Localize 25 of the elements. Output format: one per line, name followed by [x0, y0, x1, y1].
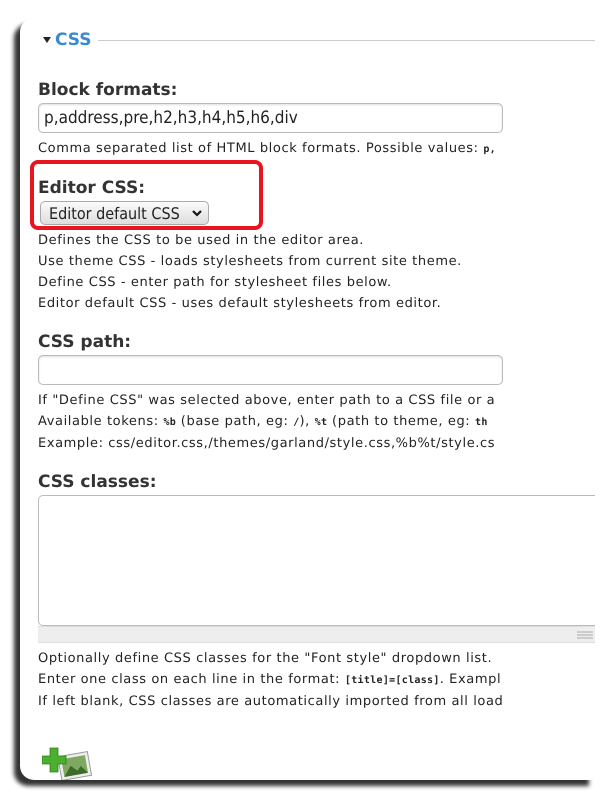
help-text: Define CSS - enter path for stylesheet files below.: [38, 274, 392, 292]
field-label: CSS classes:: [38, 472, 156, 492]
help-text: Use theme CSS - loads stylesheets from current site theme.: [38, 253, 462, 271]
fieldset-toggle[interactable]: CSS: [38, 30, 94, 50]
help-text: Example: css/editor.css,/themes/garland/style.css,%b%t/style.cs: [38, 435, 496, 453]
input-field[interactable]: [38, 355, 503, 385]
field-label: Editor CSS:: [38, 178, 146, 198]
help-text: If left blank, CSS classes are automatically imported from all load: [38, 693, 504, 711]
help-text: Enter one class on each line in the format: [title]=[class]. Exampl: [38, 671, 502, 689]
help-text: Available tokens: %b (base path, eg: /), %t (path to theme, eg: th: [38, 413, 488, 431]
expanded-triangle-icon: [42, 36, 52, 44]
text-area[interactable]: [38, 495, 595, 626]
help-text: Defines the CSS to be used in the editor area.: [38, 232, 364, 250]
field-label: Block formats:: [38, 80, 178, 100]
dropdown[interactable]: Editor default CSS: [40, 201, 209, 225]
resize-grip[interactable]: [38, 626, 595, 643]
chevron-icon: [192, 210, 202, 216]
help-text: Optionally define CSS classes for the "Font style" dropdown list.: [38, 650, 492, 668]
add-image-icon[interactable]: [42, 746, 94, 780]
help-text: Editor default CSS - uses default stylesheets from editor.: [38, 295, 442, 313]
help-text: Comma separated list of HTML block formats. Possible values: p,: [38, 140, 496, 158]
input-field[interactable]: p,address,pre,h2,h3,h4,h5,h6,div: [38, 103, 503, 133]
field-label: CSS path:: [38, 332, 132, 352]
help-text: If "Define CSS" was selected above, enter path to a CSS file or a: [38, 392, 496, 410]
grip-icon: [577, 630, 593, 638]
